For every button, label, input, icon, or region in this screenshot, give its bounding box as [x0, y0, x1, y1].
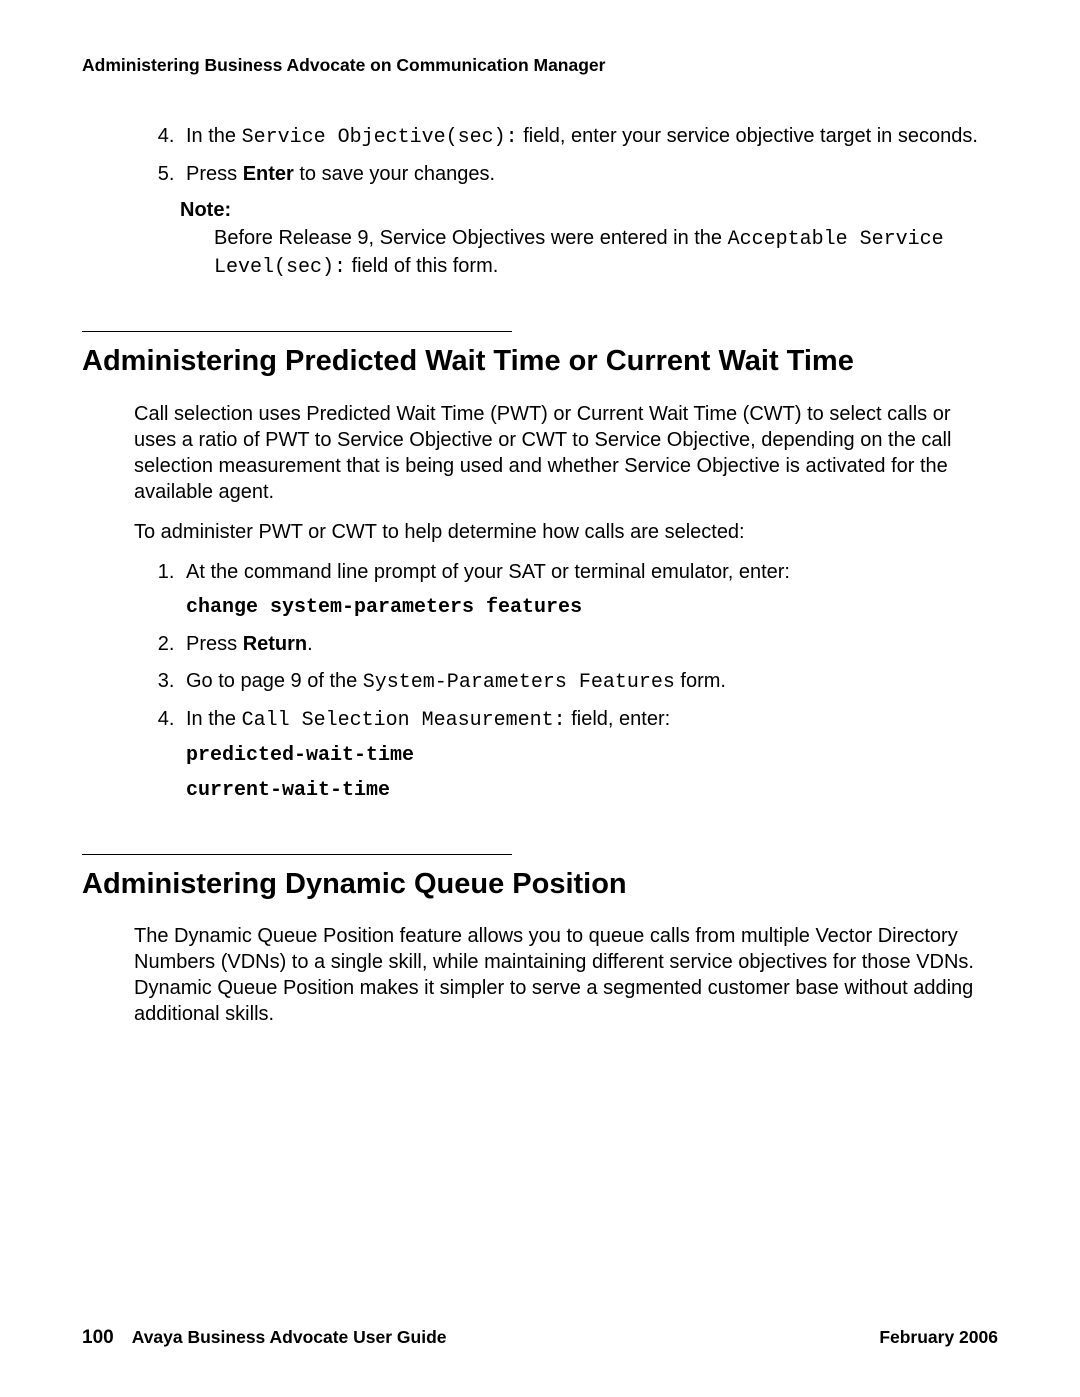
step-5: Press Enter to save your changes.	[180, 161, 998, 188]
s1-step-4-cmd2: current-wait-time	[186, 777, 998, 804]
section1-body: Call selection uses Predicted Wait Time …	[134, 401, 998, 804]
s1-step-4-mono: Call Selection Measurement:	[242, 709, 566, 732]
step-4-mono: Service Objective(sec):	[242, 126, 518, 149]
section1-para2: To administer PWT or CWT to help determi…	[134, 519, 998, 545]
page-footer: 100 Avaya Business Advocate User Guide F…	[82, 1326, 998, 1350]
s1-step-3: Go to page 9 of the System-Parameters Fe…	[180, 668, 998, 696]
note-before-mono: Before Release 9, Service Objectives wer…	[214, 227, 728, 249]
s1-step-2-after: .	[307, 633, 313, 655]
step-5-after: to save your changes.	[294, 163, 495, 185]
step-5-before: Press	[186, 163, 243, 185]
s1-step-4: In the Call Selection Measurement: field…	[180, 706, 998, 804]
footer-date: February 2006	[879, 1327, 998, 1349]
note-body: Before Release 9, Service Objectives wer…	[214, 225, 998, 281]
page-number: 100	[82, 1326, 114, 1350]
s1-step-2-bold: Return	[243, 633, 307, 655]
footer-left: 100 Avaya Business Advocate User Guide	[82, 1326, 447, 1350]
note-block: Note: Before Release 9, Service Objectiv…	[134, 198, 998, 281]
section-rule-1	[82, 331, 512, 332]
s1-step-3-mono: System-Parameters Features	[363, 671, 675, 694]
section2-title: Administering Dynamic Queue Position	[82, 867, 998, 902]
s1-step-2: Press Return.	[180, 631, 998, 658]
running-head: Administering Business Advocate on Commu…	[82, 55, 998, 77]
section1-title: Administering Predicted Wait Time or Cur…	[82, 344, 998, 379]
page-content: Administering Business Advocate on Commu…	[82, 55, 998, 1041]
section1-para1: Call selection uses Predicted Wait Time …	[134, 401, 998, 505]
section-rule-2	[82, 854, 512, 855]
note-after-mono: field of this form.	[346, 255, 498, 277]
guide-title: Avaya Business Advocate User Guide	[132, 1327, 447, 1349]
intro-steps-block: In the Service Objective(sec): field, en…	[134, 123, 998, 188]
section2-body: The Dynamic Queue Position feature allow…	[134, 923, 998, 1027]
step-4-suffix: field, enter your service objective targ…	[518, 125, 978, 147]
step-4-prefix: In the	[186, 125, 242, 147]
intro-steps-list: In the Service Objective(sec): field, en…	[134, 123, 998, 188]
step-5-bold: Enter	[243, 163, 294, 185]
s1-step-4-cmd1: predicted-wait-time	[186, 742, 998, 769]
s1-step-1: At the command line prompt of your SAT o…	[180, 559, 998, 621]
s1-step-2-before: Press	[186, 633, 243, 655]
s1-step-4-prefix: In the	[186, 708, 242, 730]
s1-step-1-text: At the command line prompt of your SAT o…	[186, 561, 790, 583]
step-4: In the Service Objective(sec): field, en…	[180, 123, 998, 151]
s1-step-1-cmd: change system-parameters features	[186, 594, 998, 621]
s1-step-3-suffix: form.	[675, 670, 726, 692]
section2-para1: The Dynamic Queue Position feature allow…	[134, 923, 998, 1027]
note-label: Note:	[180, 198, 998, 223]
section1-steps: At the command line prompt of your SAT o…	[134, 559, 998, 804]
s1-step-3-prefix: Go to page 9 of the	[186, 670, 363, 692]
s1-step-4-suffix: field, enter:	[566, 708, 671, 730]
